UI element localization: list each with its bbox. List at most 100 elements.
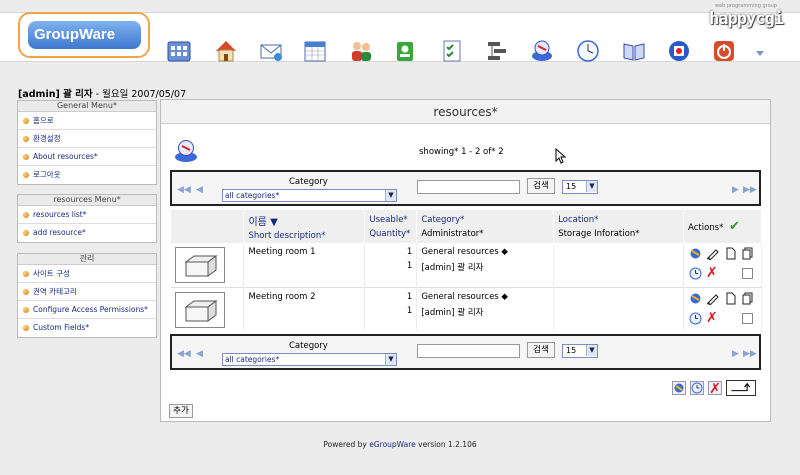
- main-panel: resources* showing* 1 - 2 of* 2 ◀◀ ◀ Cat…: [160, 99, 771, 422]
- search-input[interactable]: [417, 344, 520, 358]
- chevron-down-icon[interactable]: ▼: [385, 190, 396, 201]
- power-icon[interactable]: [711, 38, 737, 64]
- calendar-icon[interactable]: [302, 38, 328, 64]
- bullet-icon: [23, 230, 29, 236]
- footer: Powered by eGroupWare version 1.2.106: [0, 440, 800, 449]
- sidebar-item-logout[interactable]: 로그아웃: [18, 166, 156, 184]
- copy-icon[interactable]: [741, 292, 754, 305]
- showing-count: showing* 1 - 2 of* 2: [419, 147, 504, 157]
- sidebar-item-custom-fields[interactable]: Custom Fields*: [18, 319, 156, 337]
- sidebar-item-label: 홈으로: [33, 116, 54, 125]
- prev-page-icon[interactable]: ◀: [196, 185, 203, 195]
- document-icon[interactable]: [724, 247, 737, 260]
- delete-icon[interactable]: ✗: [706, 266, 719, 280]
- book-icon[interactable]: [621, 38, 647, 64]
- sort-by-location[interactable]: Location*: [558, 215, 679, 225]
- sidebar-item-home[interactable]: 홈으로: [18, 112, 156, 130]
- resource-thumbnail[interactable]: [175, 292, 225, 328]
- clock-icon[interactable]: [575, 38, 601, 64]
- select-arrow-button[interactable]: [726, 380, 756, 396]
- people-icon[interactable]: [348, 38, 374, 64]
- egroupware-link[interactable]: eGroupWare: [369, 440, 416, 449]
- thumbnail-cell: [171, 243, 245, 288]
- next-page-icon[interactable]: ▶: [732, 185, 739, 195]
- sort-by-description[interactable]: Short description*: [248, 231, 360, 241]
- calendar-grid-icon[interactable]: [166, 38, 192, 64]
- admin-icon[interactable]: [666, 38, 692, 64]
- view-icon[interactable]: [689, 292, 702, 305]
- per-page-value: 15: [566, 182, 577, 191]
- sidebar-item-access-permissions[interactable]: Configure Access Permissions*: [18, 301, 156, 319]
- sidebar-item-resources-list[interactable]: resources list*: [18, 206, 156, 224]
- sidebar-item-label: 환경설정: [33, 134, 61, 143]
- sort-by-name[interactable]: 이름 ▼: [248, 213, 360, 228]
- category-header: Category* Administrator*: [416, 210, 555, 243]
- category-select[interactable]: all categories* ▼: [222, 353, 397, 366]
- delete-icon[interactable]: ✗: [706, 311, 719, 325]
- bulk-calendar-icon[interactable]: [690, 381, 705, 395]
- current-user-line: [admin] 괄 리자 - 월요일 2007/05/07: [18, 86, 186, 100]
- useable-quantity-cell: 1 1: [364, 287, 418, 332]
- resources-icon[interactable]: [529, 38, 555, 64]
- view-icon[interactable]: [689, 247, 702, 260]
- select-all-check-icon[interactable]: ✔: [729, 219, 740, 234]
- add-button[interactable]: 추가: [169, 404, 193, 418]
- next-page-icon[interactable]: ▶: [732, 349, 739, 359]
- edit-icon[interactable]: [706, 292, 719, 306]
- per-page-select[interactable]: 15 ▼: [562, 344, 598, 358]
- groupware-logo[interactable]: GroupWare: [18, 12, 150, 58]
- sidebar-item-label: Custom Fields*: [33, 323, 90, 332]
- bullet-icon: [23, 154, 29, 160]
- bullet-icon: [23, 118, 29, 124]
- chevron-down-icon[interactable]: ▼: [586, 345, 597, 356]
- last-page-icon[interactable]: ▶▶: [743, 185, 757, 195]
- bulk-delete-icon[interactable]: ✗: [708, 381, 723, 396]
- category-select-value: all categories*: [225, 355, 280, 364]
- first-page-icon[interactable]: ◀◀: [177, 349, 191, 359]
- sidebar-item-preferences[interactable]: 환경설정: [18, 130, 156, 148]
- quantity-value: 1: [406, 306, 413, 316]
- document-icon[interactable]: [724, 292, 737, 305]
- resource-thumbnail[interactable]: [175, 247, 225, 283]
- first-page-icon[interactable]: ◀◀: [177, 185, 191, 195]
- sidebar-item-add-resource[interactable]: add resource*: [18, 224, 156, 242]
- sort-by-quantity[interactable]: Quantity*: [369, 229, 412, 239]
- sidebar-item-about[interactable]: About resources*: [18, 148, 156, 166]
- row-checkbox[interactable]: [742, 268, 754, 279]
- per-page-select[interactable]: 15 ▼: [562, 180, 598, 194]
- search-button[interactable]: 검색: [527, 342, 555, 358]
- chevron-down-icon[interactable]: ▼: [385, 354, 396, 365]
- calendar-clock-icon[interactable]: [689, 267, 702, 280]
- sidebar-item-label: About resources*: [33, 152, 98, 161]
- resource-name: Meeting room 1: [243, 243, 366, 288]
- category-select[interactable]: all categories* ▼: [222, 189, 397, 202]
- bulk-view-icon[interactable]: [672, 381, 687, 395]
- copy-icon[interactable]: [741, 247, 754, 260]
- sidebar-item-site-config[interactable]: 사이트 구성: [18, 265, 156, 283]
- admin-value: [admin] 괄 리자: [421, 308, 484, 318]
- todo-icon[interactable]: [439, 38, 465, 64]
- email-icon[interactable]: [258, 38, 284, 64]
- calendar-clock-icon[interactable]: [689, 312, 702, 325]
- actions-header: Actions* ✔: [683, 210, 762, 243]
- location-header: Location* Storage Inforation*: [553, 210, 685, 243]
- thumb-header: [171, 210, 245, 243]
- addressbook-icon[interactable]: [392, 38, 418, 64]
- sort-by-category[interactable]: Category*: [421, 215, 549, 225]
- edit-icon[interactable]: [706, 247, 719, 261]
- per-page-value: 15: [566, 346, 577, 355]
- sort-by-useable[interactable]: Useable*: [369, 215, 412, 225]
- bulk-actions: ✗: [671, 380, 756, 396]
- happycgi-brand: web programming group happycgi: [700, 3, 792, 29]
- sidebar-item-categories[interactable]: 권역 카테고리: [18, 283, 156, 301]
- sidebar-item-label: Configure Access Permissions*: [33, 305, 148, 314]
- search-input[interactable]: [417, 180, 520, 194]
- network-icon[interactable]: [484, 38, 510, 64]
- scroll-down-icon[interactable]: [753, 46, 767, 60]
- prev-page-icon[interactable]: ◀: [196, 349, 203, 359]
- chevron-down-icon[interactable]: ▼: [586, 181, 597, 192]
- search-button[interactable]: 검색: [527, 178, 555, 194]
- last-page-icon[interactable]: ▶▶: [743, 349, 757, 359]
- row-checkbox[interactable]: [742, 313, 754, 324]
- home-icon[interactable]: [213, 38, 239, 64]
